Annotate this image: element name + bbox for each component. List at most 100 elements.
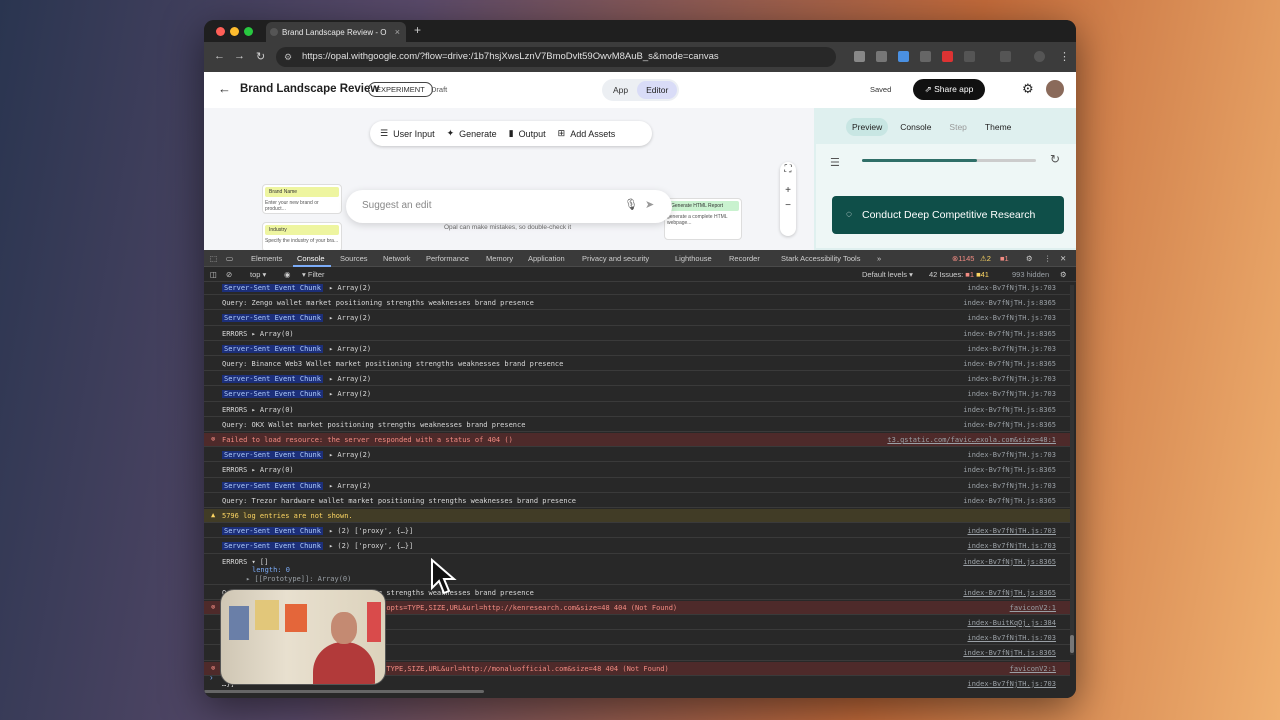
console-row[interactable]: Server-Sent Event Chunk ▸ Array(2) index-B… — [204, 448, 1070, 463]
console-value[interactable]: ▸ Array(2) — [329, 482, 371, 490]
devtools-tab-memory[interactable]: Memory — [486, 254, 513, 263]
console-row[interactable]: Server-Sent Event Chunk ▸ Array(2) index-B… — [204, 342, 1070, 357]
browser-menu-icon[interactable]: ⋮ — [1059, 50, 1070, 63]
restart-icon[interactable]: ↻ — [1050, 152, 1060, 166]
output-tool[interactable]: ▮ Output — [509, 128, 546, 139]
warning-count-badge[interactable]: ⚠2 — [980, 254, 991, 263]
stark-extension-icon[interactable] — [942, 51, 953, 62]
device-toggle-icon[interactable]: ▭ — [226, 254, 233, 263]
suggest-edit-input[interactable]: Suggest an edit 🎙 ➤ — [346, 190, 672, 223]
console-scrollbar[interactable] — [1070, 285, 1074, 655]
inspect-icon[interactable]: ⬚ — [210, 254, 217, 263]
tab-console[interactable]: Console — [894, 118, 937, 136]
console-value[interactable]: ▸ Array(2) — [329, 284, 371, 292]
source-link[interactable]: index-Bv7fNjTH.js:8365 — [963, 558, 1056, 566]
source-link[interactable]: index-Bv7fNjTH.js:8365 — [963, 497, 1056, 505]
source-link[interactable]: index-Bv7fNjTH.js:703 — [967, 375, 1056, 383]
more-tabs-icon[interactable]: » — [877, 254, 881, 263]
console-row[interactable]: Query: Binance Web3 Wallet market positi… — [204, 357, 1070, 372]
console-row[interactable]: Server-Sent Event Chunk ▸ (2) ['proxy', {… — [204, 524, 1070, 539]
console-row[interactable]: Server-Sent Event Chunk ▸ Array(2) index-B… — [204, 372, 1070, 387]
devtools-tab-network[interactable]: Network — [383, 254, 411, 263]
console-row[interactable]: Server-Sent Event Chunk ▸ Array(2) index-B… — [204, 479, 1070, 493]
source-link[interactable]: index-Bv7fNjTH.js:8365 — [963, 299, 1056, 307]
source-link[interactable]: index-Bv7fNjTH.js:703 — [967, 680, 1056, 688]
flow-canvas[interactable]: ☰ User Input ✦ Generate ▮ Output ⊞ Add Asset… — [204, 108, 814, 250]
fit-view-icon[interactable]: ⛶ — [780, 164, 796, 175]
camera-extension-icon[interactable] — [854, 51, 865, 62]
source-link[interactable]: index-Bv7fNjTH.js:8365 — [963, 589, 1056, 597]
source-link[interactable]: index-Bv7fNjTH.js:703 — [967, 527, 1056, 535]
hamburger-menu-icon[interactable]: ☰ — [830, 156, 840, 169]
tab-preview[interactable]: Preview — [846, 118, 889, 136]
mode-app-button[interactable]: App — [604, 81, 637, 99]
console-row[interactable]: ▲ 5796 log entries are not shown. — [204, 509, 1070, 524]
browser-tab[interactable]: Brand Landscape Review - O × — [266, 22, 406, 42]
console-row[interactable]: ⊗ Failed to load resource: the server res… — [204, 433, 1070, 448]
source-link[interactable]: index-Bv7fNjTH.js:8365 — [963, 360, 1056, 368]
mode-editor-button[interactable]: Editor — [637, 81, 678, 99]
minimize-window-icon[interactable] — [230, 27, 239, 36]
console-row[interactable]: ERRORS ▸ Array(0) index-Bv7fNjTH.js:8365 — [204, 403, 1070, 417]
devtools-tab-sources[interactable]: Sources — [340, 254, 368, 263]
console-value[interactable]: ▸ Array(2) — [329, 314, 371, 322]
devtools-tab-privacy[interactable]: Privacy and security — [582, 254, 649, 263]
project-title[interactable]: Brand Landscape Review — [240, 83, 379, 95]
devtools-tab-stark[interactable]: Stark Accessibility Tools — [781, 254, 860, 263]
tab-close-icon[interactable]: × — [395, 27, 400, 37]
profile-icon[interactable] — [1034, 51, 1045, 62]
issues-summary[interactable]: 42 Issues: ■1 ■41 — [929, 270, 989, 279]
industry-node[interactable]: Industry Specify the industry of your br… — [262, 222, 342, 250]
source-link[interactable]: index-Bv7fNjTH.js:703 — [967, 390, 1056, 398]
microphone-icon[interactable]: 🎙 — [624, 198, 638, 211]
console-row[interactable]: ERRORS ▸ Array(0) index-Bv7fNjTH.js:8365 — [204, 463, 1070, 478]
sidebar-toggle-icon[interactable]: ◫ — [210, 270, 217, 279]
console-row[interactable]: ERRORS ▸ Array(0) index-Bv7fNjTH.js:8365 — [204, 327, 1070, 341]
console-prompt[interactable]: › — [210, 673, 213, 682]
devtools-tab-performance[interactable]: Performance — [426, 254, 469, 263]
source-link[interactable]: index-Bv7fNjTH.js:703 — [967, 345, 1056, 353]
back-arrow-icon[interactable]: ← — [214, 50, 225, 62]
reload-icon[interactable]: ↻ — [256, 50, 265, 63]
devtools-tab-elements[interactable]: Elements — [251, 254, 282, 263]
devtools-tab-application[interactable]: Application — [528, 254, 565, 263]
side-panel-icon[interactable] — [1000, 51, 1011, 62]
console-row[interactable]: Server-Sent Event Chunk ▸ Array(2) index-B… — [204, 283, 1070, 296]
devtools-menu-icon[interactable]: ⋮ — [1044, 254, 1052, 263]
devtools-settings-icon[interactable]: ⚙ — [1026, 254, 1033, 263]
console-row[interactable]: Query: Trezor hardware wallet market pos… — [204, 494, 1070, 509]
console-row[interactable]: Server-Sent Event Chunk ▸ Array(2) index-B… — [204, 311, 1070, 326]
zoom-out-icon[interactable]: − — [780, 200, 796, 211]
console-row[interactable]: Query: Zengo wallet market positioning s… — [204, 296, 1070, 311]
source-link[interactable]: index-Bv7fNjTH.js:8365 — [963, 649, 1056, 657]
filter-input[interactable]: ▾ Filter — [302, 270, 325, 279]
console-value[interactable]: ▸ Array(2) — [329, 375, 371, 383]
user-avatar[interactable] — [1046, 80, 1064, 98]
source-link[interactable]: index-Bv7fNjTH.js:703 — [967, 542, 1056, 550]
report-node[interactable]: Generate HTML Report generate a complete… — [664, 198, 742, 240]
add-assets-tool[interactable]: ⊞ Add Assets — [558, 128, 616, 139]
console-settings-icon[interactable]: ⚙ — [1060, 270, 1067, 279]
source-link[interactable]: index-BuitKqOj.js:384 — [967, 619, 1056, 627]
console-value[interactable]: ▸ Array(2) — [329, 345, 371, 353]
site-info-icon[interactable]: ⚙ — [284, 47, 292, 67]
source-link[interactable]: index-Bv7fNjTH.js:703 — [967, 634, 1056, 642]
source-link[interactable]: t3.gstatic.com/favic…exola.com&size=48:1 — [887, 436, 1056, 444]
tab-step[interactable]: Step — [943, 118, 973, 136]
source-link[interactable]: index-Bv7fNjTH.js:703 — [967, 451, 1056, 459]
console-value[interactable]: ▸ (2) ['proxy', {…}] — [329, 527, 413, 535]
font-extension-icon[interactable] — [876, 51, 887, 62]
source-link[interactable]: faviconV2:1 — [1010, 604, 1056, 612]
source-link[interactable]: index-Bv7fNjTH.js:8365 — [963, 466, 1056, 474]
source-link[interactable]: index-Bv7fNjTH.js:703 — [967, 314, 1056, 322]
source-link[interactable]: index-Bv7fNjTH.js:8365 — [963, 421, 1056, 429]
source-link[interactable]: index-Bv7fNjTH.js:703 — [967, 482, 1056, 490]
log-levels-select[interactable]: Default levels ▾ — [862, 270, 913, 279]
url-bar[interactable]: ⚙ https://opal.withgoogle.com/?flow=driv… — [276, 47, 836, 67]
generate-tool[interactable]: ✦ Generate — [447, 128, 497, 139]
horizontal-scrollbar[interactable] — [204, 690, 484, 693]
source-link[interactable]: index-Bv7fNjTH.js:8365 — [963, 330, 1056, 338]
maximize-window-icon[interactable] — [244, 27, 253, 36]
settings-gear-icon[interactable]: ⚙ — [1022, 81, 1034, 97]
forward-arrow-icon[interactable]: → — [234, 50, 245, 62]
